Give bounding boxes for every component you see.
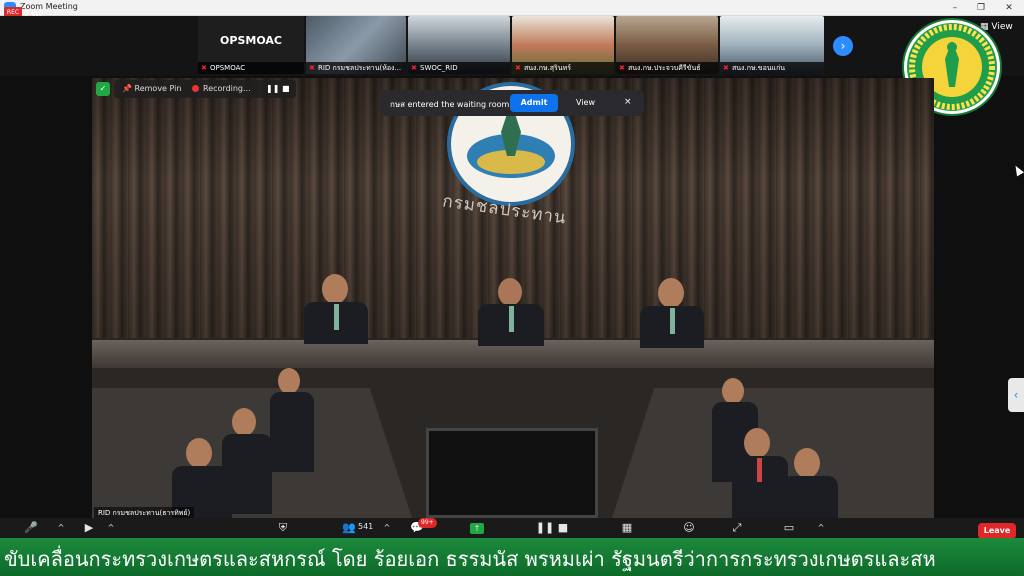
meeting-toolbar: 🎤 ^ ▶ ^ ⛨ 👥 541 ^ 💬 99+ ↑ ❚❚ ■ ▦ ☺ ⤢ ▭ ^ [0,518,1024,538]
participant-name: SWOC_RID [408,62,510,74]
participant-display-name: OPSMOAC [220,34,282,47]
close-window-icon[interactable]: ✕ [996,1,1022,15]
minimize-icon[interactable]: – [942,1,968,15]
chevron-up-icon[interactable]: ^ [376,520,398,536]
next-page-arrow-icon[interactable]: › [833,36,853,56]
mic-muted-icon: ✖ [515,64,521,72]
participants-count: 541 [358,522,374,531]
recording-label: Recording... [203,84,251,93]
mic-muted-icon: ✖ [411,64,417,72]
mic-muted-icon: ✖ [723,64,729,72]
news-ticker: ขับเคลื่อนกระทรวงเกษตรและสหกรณ์ โดย ร้อย… [0,538,1024,576]
shield-icon[interactable]: ✓ [96,82,110,96]
recording-dot-icon [192,85,199,92]
participant-name: OPSMOAC [198,62,304,74]
participant-tile[interactable]: สนง.กษ.ขอนแก่น ✖ [720,16,824,74]
recording-indicator: Recording... ❚❚ ■ [186,80,296,98]
close-icon[interactable]: × [624,97,632,107]
participants-icon[interactable]: 👥 [338,520,360,536]
breakout-rooms-icon[interactable]: ▦ [616,520,638,536]
ticker-text: ขับเคลื่อนกระทรวงเกษตรและสหกรณ์ โดย ร้อย… [4,547,936,571]
video-camera-icon[interactable]: ▶ [78,520,100,536]
stop-recording-button[interactable]: ■ [282,80,290,98]
stop-record-icon[interactable]: ■ [552,520,574,536]
participant-name: RID กรมชลประทาน(ห้อง... [306,62,406,74]
monitor [426,428,598,518]
mic-icon[interactable]: 🎤 [20,520,42,536]
waiting-room-notification: กษส entered the waiting room Admit View … [380,90,644,116]
whiteboard-icon[interactable]: ▭ [778,520,800,536]
participant-strip: OPSMOAC OPSMOAC ✖ RID กรมชลประทาน(ห้อง..… [0,16,1024,76]
security-shield-icon[interactable]: ⛨ [272,520,294,536]
participant-name: สนง.กษ.สุรินทร์ [512,62,614,74]
participant-name: สนง.กษ.ขอนแก่น [720,62,824,74]
waiting-room-message: กษส entered the waiting room [390,100,510,109]
view-button[interactable]: ▦ View [980,22,1013,32]
chat-badge: 99+ [418,518,437,528]
maximize-icon[interactable]: ❐ [968,1,994,15]
admit-button[interactable]: Admit [510,94,558,112]
mic-muted-icon: ✖ [201,64,207,72]
chevron-left-icon[interactable]: ‹ [1008,378,1024,412]
mic-muted-icon: ✖ [619,64,625,72]
participant-name: สนง.กษ.ประจวบคีรีขันธ์ [616,62,718,74]
participant-tile[interactable]: RID กรมชลประทาน(ห้อง... ✖ [306,16,406,74]
chevron-up-icon[interactable]: ^ [50,520,72,536]
participant-tile[interactable]: SWOC_RID ✖ [408,16,510,74]
active-speaker-label: RID กรมชลประทาน(ธารทิพย์) [94,507,195,518]
window-titlebar: Zoom Meeting – ❐ ✕ [0,0,1024,16]
view-label: View [991,22,1013,32]
main-video[interactable]: กรมชลประทาน RID กรมชลประทาน(ธารทิพย์) [92,78,934,518]
chevron-up-icon[interactable]: ^ [100,520,122,536]
participant-tile[interactable]: สนง.กษ.สุรินทร์ ✖ [512,16,614,74]
mic-muted-icon: ✖ [309,64,315,72]
share-screen-icon[interactable]: ↑ [466,520,488,536]
participant-tile[interactable]: สนง.กษ.ประจวบคีรีขันธ์ ✖ [616,16,718,74]
cursor-icon [1012,163,1024,177]
remove-pin-button[interactable]: 📌 Remove Pin [114,80,190,98]
chevron-up-icon[interactable]: ^ [810,520,832,536]
pause-recording-button[interactable]: ❚❚ [266,80,279,98]
waiting-view-button[interactable]: View [576,98,595,107]
reactions-icon[interactable]: ☺ [678,520,700,536]
apps-icon[interactable]: ⤢ [726,520,748,536]
leave-button[interactable]: Leave [978,523,1016,539]
remove-pin-label: Remove Pin [134,84,182,93]
participant-tile[interactable]: OPSMOAC OPSMOAC ✖ [198,16,304,74]
